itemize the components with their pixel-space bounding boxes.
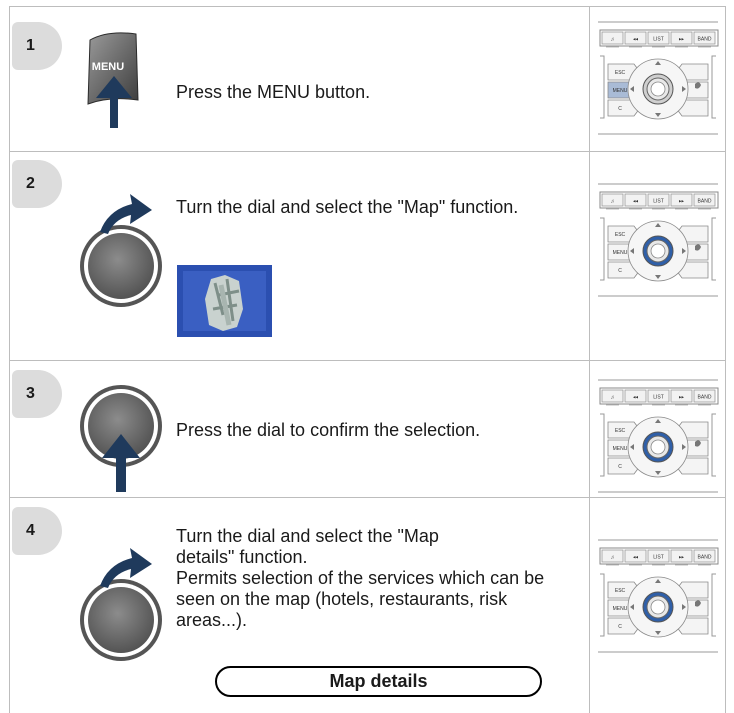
panel-top-button-label: ◂◂ — [633, 37, 639, 43]
panel-left-button-label: C — [618, 106, 622, 112]
panel-top-button-label: ▸▸ — [679, 555, 685, 561]
panel-left-button-label: MENU — [613, 606, 628, 612]
control-panel-icon: ♫ ◂◂ LIST ▸▸ BAND ESC MENU C — [598, 379, 719, 493]
panel-top-button-label: ♫ — [611, 555, 615, 561]
map-function-icon — [177, 265, 272, 337]
panel-top-button-label: LIST — [653, 395, 664, 401]
panel-top-button-label: BAND — [698, 37, 712, 43]
panel-left-button-label: MENU — [613, 88, 628, 94]
row-divider — [9, 6, 726, 7]
column-divider — [9, 6, 10, 713]
step-number-badge: 4 — [12, 507, 62, 555]
menu-key-icon: MENU — [87, 32, 139, 128]
panel-top-button-label: ◂◂ — [633, 395, 639, 401]
panel-left-button-label: MENU — [613, 446, 628, 452]
panel-top-button-label: LIST — [653, 555, 664, 561]
step-number: 3 — [26, 385, 35, 402]
panel-top-button-label: ▸▸ — [679, 395, 685, 401]
panel-left-button-label: ESC — [615, 70, 626, 76]
menu-key-label: MENU — [92, 61, 124, 73]
step-instruction: Press the dial to confirm the selection. — [176, 420, 481, 440]
control-panel-icon: ♫ ◂◂ LIST ▸▸ BAND ESC MENU C — [598, 539, 719, 653]
control-panel-icon: ♫ ◂◂ LIST ▸▸ BAND ESC MENU C — [598, 21, 719, 135]
panel-top-button-label: BAND — [698, 199, 712, 205]
panel-left-button-label: ESC — [615, 428, 626, 434]
column-divider — [589, 6, 590, 713]
step-number-badge: 3 — [12, 370, 62, 418]
panel-top-button-label: ♫ — [611, 199, 615, 205]
step-number-badge: 1 — [12, 22, 62, 70]
step-instruction: Turn the dial and select the "Map" funct… — [176, 197, 519, 217]
column-divider — [725, 6, 726, 713]
panel-left-button-label: C — [618, 268, 622, 274]
panel-top-button-label: BAND — [698, 555, 712, 561]
row-divider — [9, 151, 726, 152]
step-description: Permits selection of the services which … — [176, 568, 545, 630]
control-panel-icon: ♫ ◂◂ LIST ▸▸ BAND ESC MENU C — [598, 183, 719, 297]
row-divider — [9, 360, 726, 361]
step-number: 2 — [26, 175, 35, 192]
panel-left-button-label: C — [618, 624, 622, 630]
panel-left-button-label: MENU — [613, 250, 628, 256]
panel-top-button-label: ♫ — [611, 37, 615, 43]
step-number: 4 — [26, 522, 35, 539]
press-dial-icon — [80, 385, 162, 492]
panel-top-button-label: ◂◂ — [633, 199, 639, 205]
panel-left-button-label: ESC — [615, 588, 626, 594]
step-instruction: Turn the dial and select the "Map detail… — [176, 526, 439, 567]
row-divider — [9, 497, 726, 498]
panel-top-button-label: BAND — [698, 395, 712, 401]
panel-left-button-label: ESC — [615, 232, 626, 238]
panel-left-button-label: C — [618, 464, 622, 470]
step-instruction: Press the MENU button. — [176, 82, 371, 102]
rotate-dial-icon — [80, 194, 162, 307]
map-details-label: Map details — [329, 671, 428, 691]
map-details-button[interactable]: Map details — [215, 666, 542, 697]
panel-top-button-label: LIST — [653, 37, 664, 43]
panel-top-button-label: ▸▸ — [679, 37, 685, 43]
step-number: 1 — [26, 37, 35, 54]
panel-top-button-label: ♫ — [611, 395, 615, 401]
step-number-badge: 2 — [12, 160, 62, 208]
panel-top-button-label: ◂◂ — [633, 555, 639, 561]
panel-top-button-label: LIST — [653, 199, 664, 205]
panel-top-button-label: ▸▸ — [679, 199, 685, 205]
rotate-dial-icon — [80, 548, 162, 661]
